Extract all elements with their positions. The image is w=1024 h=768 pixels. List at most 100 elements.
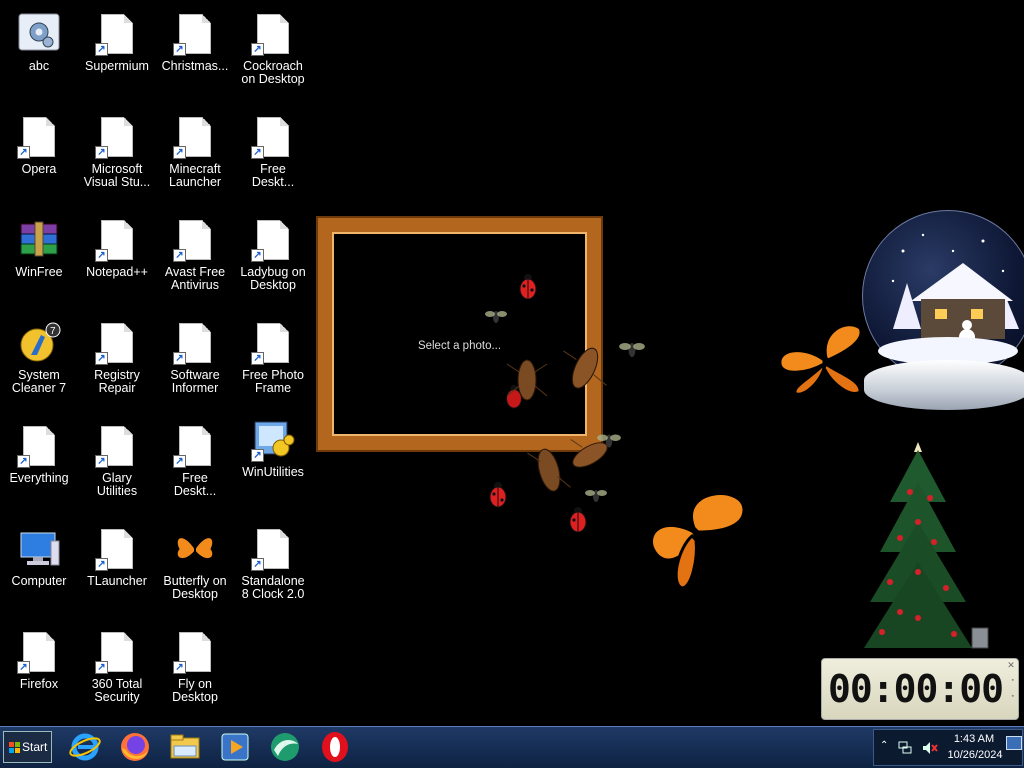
desktop-icon-everything[interactable]: ↗ Everything <box>0 414 78 510</box>
file-shortcut-icon: ↗ <box>95 321 139 365</box>
desktop-icon-system-cleaner[interactable]: 7 System Cleaner 7 <box>0 311 78 407</box>
desktop-icon-free-desktop-2[interactable]: ↗ Free Deskt... <box>156 414 234 510</box>
desktop-icon-label: Registry Repair <box>94 368 140 395</box>
desktop-icon-abc[interactable]: abc <box>0 2 78 98</box>
desktop-icon-winfree[interactable]: WinFree <box>0 208 78 304</box>
desktop-icon-tlauncher[interactable]: ↗ TLauncher <box>78 517 156 613</box>
winrar-archive-icon <box>17 218 61 262</box>
file-shortcut-icon: ↗ <box>173 424 217 468</box>
desktop-icon-free-photo-frame[interactable]: ↗ Free Photo Frame <box>234 311 312 407</box>
file-explorer-icon[interactable] <box>168 730 202 764</box>
file-shortcut-icon: ↗ <box>17 630 61 674</box>
desktop-icon-butterfly-on-desktop[interactable]: Butterfly on Desktop <box>156 517 234 613</box>
desktop-icon-glary-utilities[interactable]: ↗ Glary Utilities <box>78 414 156 510</box>
desktop-icon-firefox[interactable]: ↗ Firefox <box>0 620 78 716</box>
desktop-icon-label: Everything <box>9 471 69 485</box>
cockroach-icon[interactable] <box>560 338 610 394</box>
desktop-icon-label: TLauncher <box>87 574 147 588</box>
file-shortcut-icon: ↗ <box>17 115 61 159</box>
desktop-icon-label: Free Photo Frame <box>242 368 304 395</box>
desktop-icon-label: 360 Total Security <box>91 677 143 704</box>
file-shortcut-icon: ↗ <box>173 321 217 365</box>
media-player-icon[interactable] <box>218 730 252 764</box>
ladybug-icon[interactable] <box>488 480 508 508</box>
desktop-icon-label: Supermium <box>85 59 149 73</box>
desktop-icon-software-informer[interactable]: ↗ Software Informer <box>156 311 234 407</box>
file-shortcut-icon: ↗ <box>251 527 295 571</box>
windows-flag-icon <box>9 742 20 753</box>
svg-text:7: 7 <box>50 326 56 337</box>
select-photo-prompt[interactable]: Select a photo... <box>332 340 587 352</box>
volume-muted-icon[interactable] <box>922 741 938 755</box>
desktop-icon-supermium[interactable]: ↗ Supermium <box>78 2 156 98</box>
snow-globe-widget[interactable] <box>862 210 1024 415</box>
show-desktop-button[interactable] <box>1006 736 1022 750</box>
desktop-icon-360-total-security[interactable]: ↗ 360 Total Security <box>78 620 156 716</box>
desktop-icon-label: Standalone 8 Clock 2.0 <box>241 574 305 601</box>
desktop-icon-opera[interactable]: ↗ Opera <box>0 105 78 201</box>
file-shortcut-icon: ↗ <box>95 424 139 468</box>
desktop-icon-computer[interactable]: Computer <box>0 517 78 613</box>
file-shortcut-icon: ↗ <box>251 12 295 56</box>
desktop-icon-label: Fly on Desktop <box>172 677 218 704</box>
show-hidden-icons-chevron-icon[interactable]: ⌃ <box>880 740 888 751</box>
digital-clock-widget[interactable]: 00:00:00 ✕ ▪ ▪ <box>821 658 1019 720</box>
cockroach-icon[interactable] <box>505 352 549 404</box>
butterfly-icon[interactable] <box>776 322 864 398</box>
desktop-icon-label: Microsoft Visual Stu... <box>83 162 151 189</box>
desktop-icon-ladybug-on-desktop[interactable]: ↗ Ladybug on Desktop <box>234 208 312 304</box>
desktop-icon-label: Glary Utilities <box>96 471 138 498</box>
clock-time-display: 00:00:00 <box>828 667 1004 711</box>
start-button[interactable]: Start <box>3 731 52 763</box>
ladybug-icon[interactable] <box>568 505 588 533</box>
desktop-icon-label: Avast Free Antivirus <box>164 265 226 292</box>
taskbar: Start ⌃ 1:43 AM 10/26/2024 <box>0 726 1024 768</box>
desktop-icon-visual-studio[interactable]: ↗ Microsoft Visual Stu... <box>78 105 156 201</box>
butterfly-icon <box>173 527 217 571</box>
desktop-icon-notepad-plus-plus[interactable]: ↗ Notepad++ <box>78 208 156 304</box>
christmas-tree-icon[interactable] <box>860 442 990 657</box>
desktop-icon-standalone-clock[interactable]: ↗ Standalone 8 Clock 2.0 <box>234 517 312 613</box>
fly-icon[interactable] <box>584 484 608 508</box>
desktop-icon-christmas[interactable]: ↗ Christmas... <box>156 2 234 98</box>
butterfly-icon[interactable] <box>648 488 748 592</box>
browser-globe-icon[interactable] <box>268 730 302 764</box>
desktop-icon-label: Christmas... <box>161 59 229 73</box>
firefox-icon[interactable] <box>118 730 152 764</box>
desktop[interactable]: abc ↗ Supermium ↗ Christmas... ↗ Cockroa… <box>0 0 1024 726</box>
computer-monitor-icon <box>17 527 61 571</box>
snow-globe-base <box>864 360 1024 410</box>
file-shortcut-icon: ↗ <box>173 12 217 56</box>
network-icon[interactable] <box>898 741 912 755</box>
file-shortcut-icon: ↗ <box>95 12 139 56</box>
file-shortcut-icon: ↗ <box>251 115 295 159</box>
desktop-icon-label: Ladybug on Desktop <box>240 265 306 292</box>
internet-explorer-icon[interactable] <box>68 730 102 764</box>
start-label: Start <box>22 740 48 754</box>
file-shortcut-icon: ↗ <box>95 115 139 159</box>
desktop-icon-cockroach-on-desktop[interactable]: ↗ Cockroach on Desktop <box>234 2 312 98</box>
file-shortcut-icon: ↗ <box>173 630 217 674</box>
photo-frame-widget[interactable]: Select a photo... <box>318 218 601 450</box>
file-shortcut-icon: ↗ <box>251 321 295 365</box>
desktop-icon-fly-on-desktop[interactable]: ↗ Fly on Desktop <box>156 620 234 716</box>
fly-icon[interactable] <box>618 336 646 364</box>
desktop-icon-label: Free Deskt... <box>173 471 217 498</box>
desktop-icon-free-desktop-1[interactable]: ↗ Free Deskt... <box>234 105 312 201</box>
desktop-icon-winutilities[interactable]: ↗ WinUtilities <box>234 408 312 504</box>
file-shortcut-icon: ↗ <box>251 218 295 262</box>
desktop-icon-label: Computer <box>11 574 67 588</box>
opera-icon[interactable] <box>318 730 352 764</box>
tray-clock-date[interactable]: 10/26/2024 <box>944 749 1006 761</box>
close-icon[interactable]: ✕ <box>1006 660 1016 671</box>
desktop-icon-avast-free-antivirus[interactable]: ↗ Avast Free Antivirus <box>156 208 234 304</box>
file-shortcut-icon: ↗ <box>173 218 217 262</box>
fly-icon[interactable] <box>484 305 508 329</box>
desktop-icon-minecraft-launcher[interactable]: ↗ Minecraft Launcher <box>156 105 234 201</box>
tray-clock-time[interactable]: 1:43 AM <box>944 733 1004 745</box>
fly-icon[interactable] <box>596 428 622 454</box>
desktop-icon-label: Software Informer <box>170 368 220 395</box>
desktop-icon-label: Opera <box>21 162 57 176</box>
ladybug-icon[interactable] <box>518 272 538 300</box>
desktop-icon-registry-repair[interactable]: ↗ Registry Repair <box>78 311 156 407</box>
